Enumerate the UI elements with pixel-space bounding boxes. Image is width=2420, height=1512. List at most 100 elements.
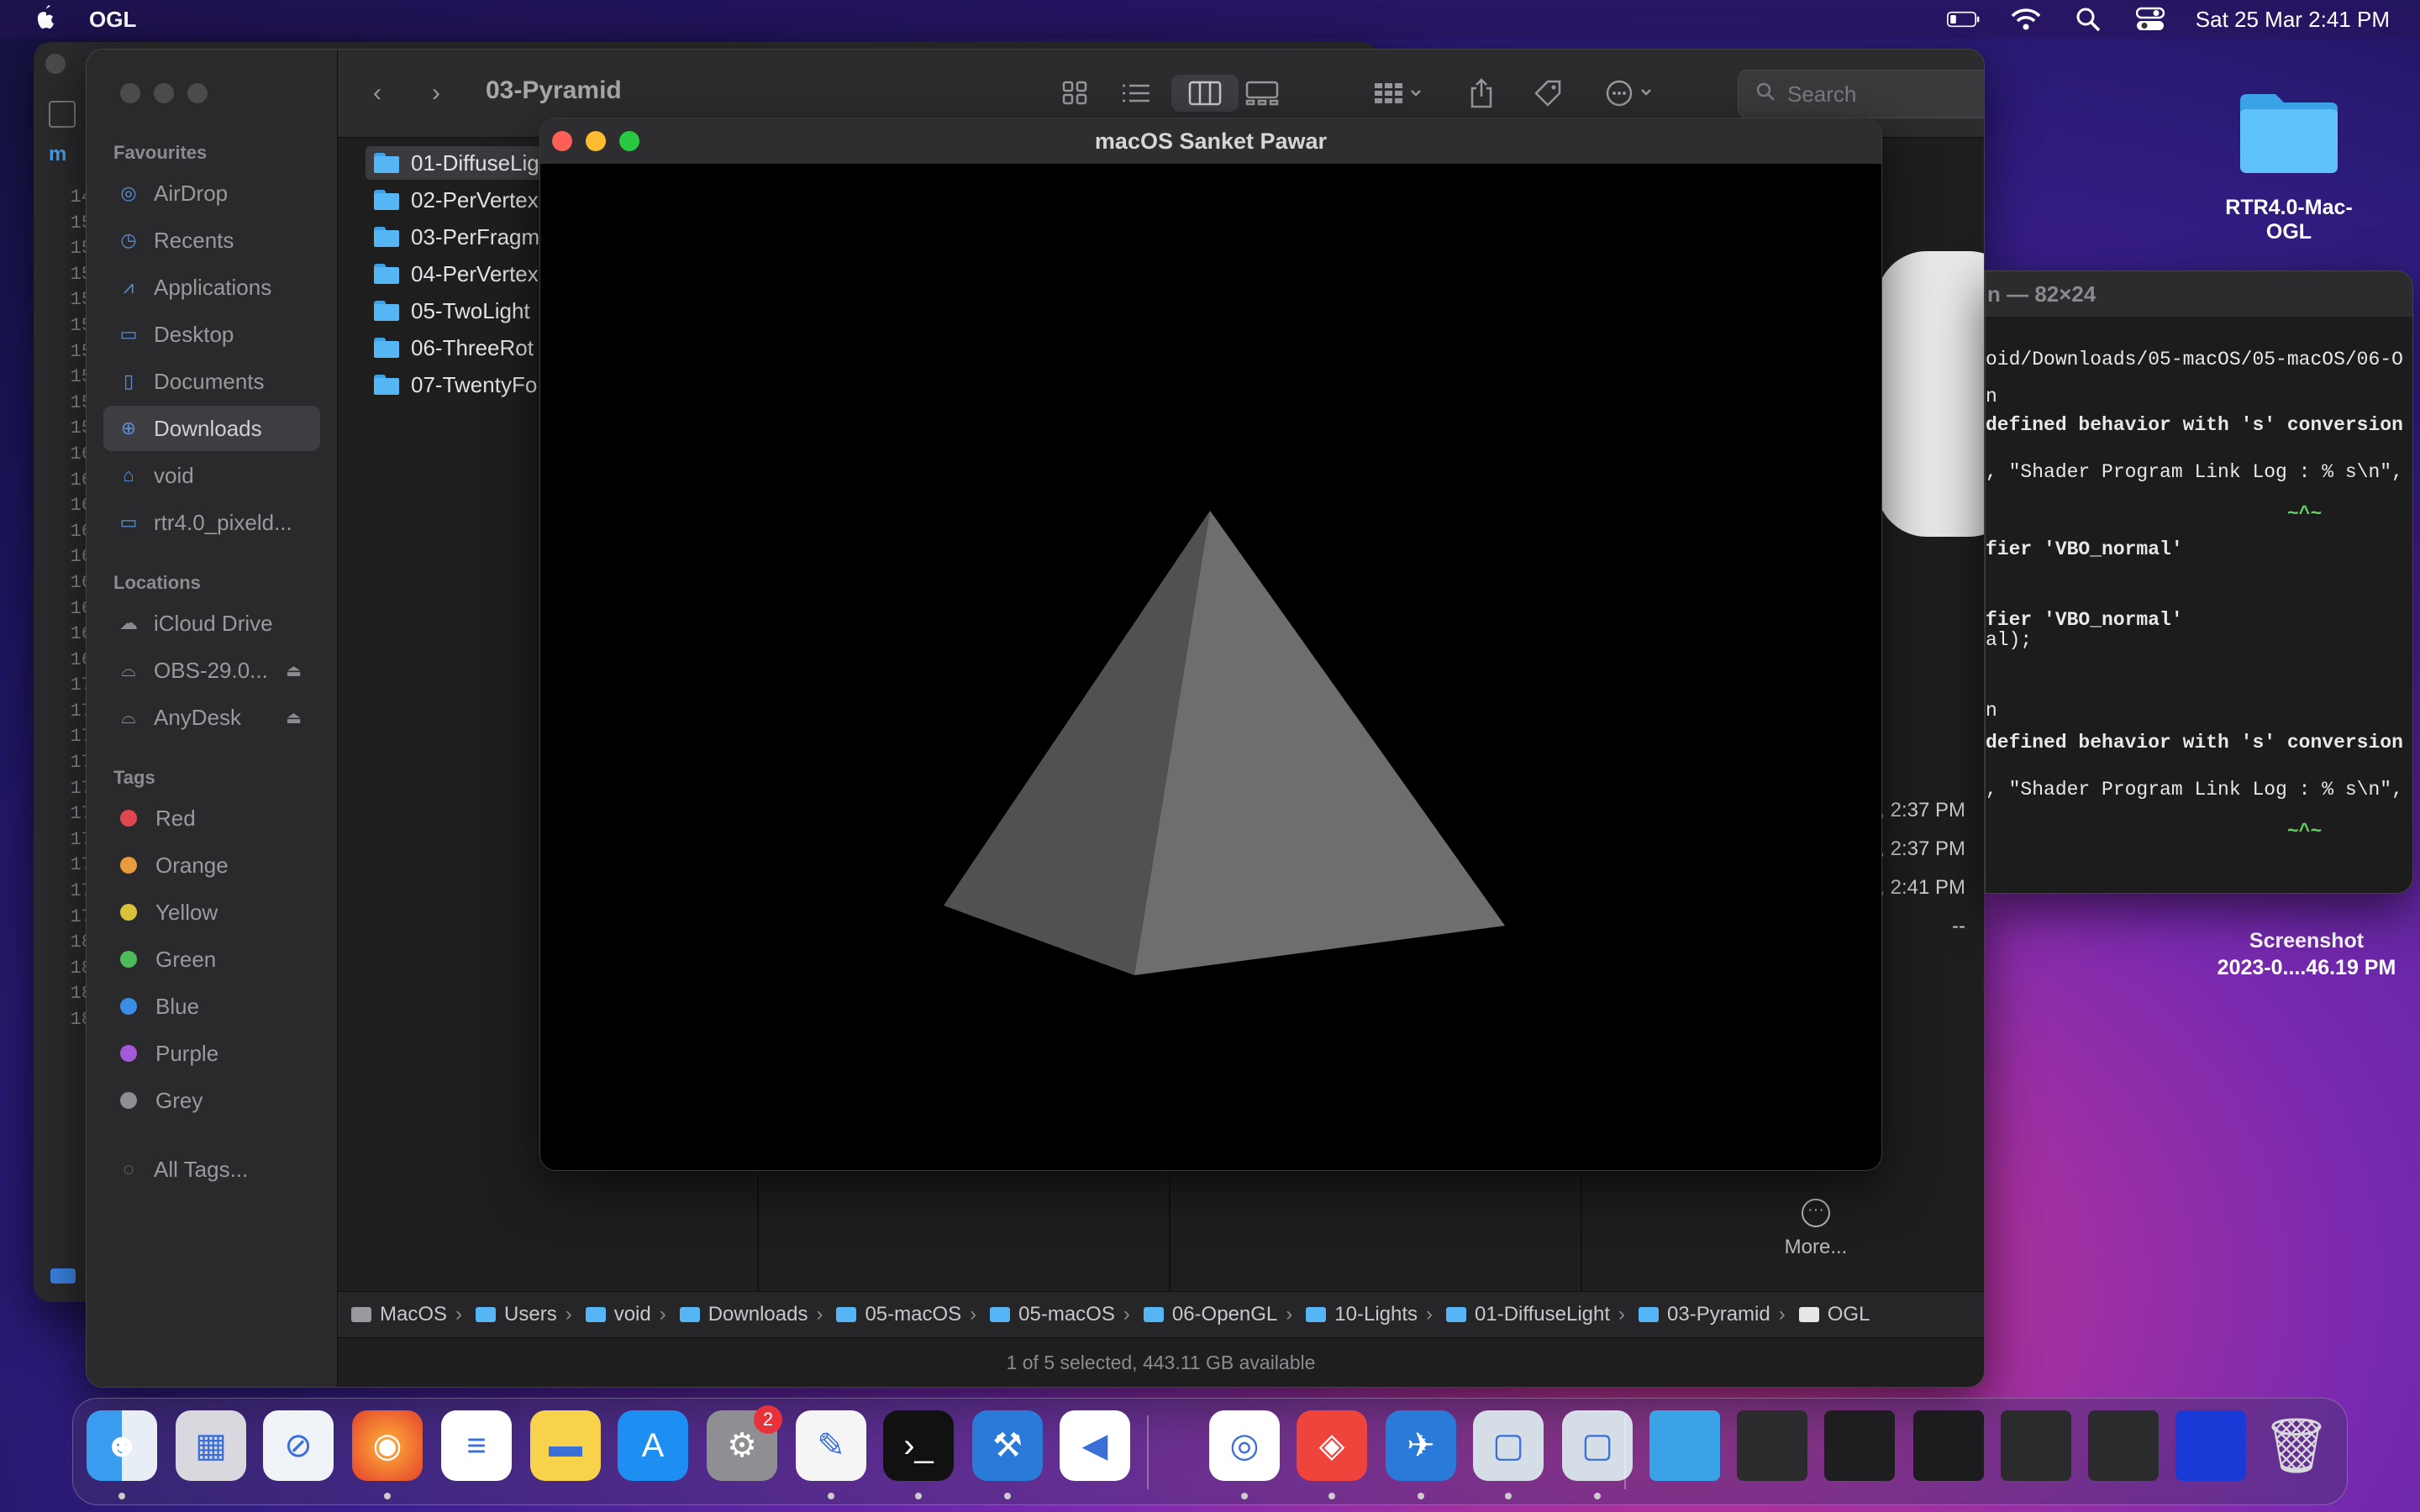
dock-textedit-icon[interactable]: ✎ [796,1410,866,1481]
more-button[interactable]: ··· More... [1749,1199,1883,1259]
sidebar-tag-grey[interactable]: Grey [103,1078,320,1123]
sidebar-item-void[interactable]: ⌂ void [103,453,320,498]
sidebar-item-documents[interactable]: ▯ Documents [103,359,320,404]
desktop-screenshot-file[interactable]: Screenshot 2023-0....46.19 PM [2193,927,2420,981]
sidebar-tag-purple[interactable]: Purple [103,1031,320,1076]
path-crumb[interactable]: MacOS › [338,1303,462,1326]
editor-close-button[interactable] [45,54,66,74]
editor-tab-icon[interactable] [49,101,76,128]
file-row[interactable]: 07-TwentyFo [366,368,542,402]
sidebar-tag-yellow[interactable]: Yellow [103,890,320,935]
dock-minimized-window[interactable] [2088,1410,2159,1481]
sidebar-item-downloads[interactable]: ⊕ Downloads [103,406,320,451]
dock-reminders-icon[interactable]: ≡ [441,1410,512,1481]
eject-icon[interactable]: ⏏ [286,660,302,681]
path-crumb[interactable]: Downloads › [666,1303,823,1326]
dock-vscode-icon[interactable]: ◀ [1060,1410,1130,1481]
list-view-icon[interactable] [1121,75,1151,112]
dock-app-store-icon[interactable]: A [618,1410,688,1481]
share-icon[interactable] [1469,75,1494,112]
battery-icon[interactable] [1946,7,1981,32]
ogl-zoom-button[interactable] [619,131,639,151]
ogl-titlebar[interactable]: macOS Sanket Pawar [540,118,1881,164]
sidebar-item-recents[interactable]: ◷ Recents [103,218,320,263]
dock-preview-1-icon[interactable]: ▢ [1473,1410,1544,1481]
dock-simulator-icon[interactable]: ✈ [1386,1410,1456,1481]
dock-minimized-window[interactable] [1737,1410,1807,1481]
control-center-icon[interactable] [2133,7,2167,32]
path-crumb[interactable]: 03-Pyramid › [1625,1303,1786,1326]
path-crumb[interactable]: OGL [1786,1303,1870,1326]
dock-chrome-icon[interactable]: ◎ [1209,1410,1280,1481]
file-row[interactable]: 01-DiffuseLig [366,146,542,180]
finder-zoom-button[interactable] [187,83,208,103]
file-row[interactable]: 04-PerVertex [366,257,542,291]
preview-thumbnail [1876,251,1984,537]
sidebar-tag-green[interactable]: Green [103,937,320,982]
dock-finder-icon[interactable]: ☻ [87,1410,157,1481]
finder-minimize-button[interactable] [154,83,174,103]
sidebar-item-icloud[interactable]: ☁ iCloud Drive [103,601,320,646]
dock-trash-icon[interactable]: 🗑 [2261,1410,2332,1481]
wifi-icon[interactable] [2009,7,2043,32]
column-divider[interactable] [1581,1175,1582,1301]
sidebar-item-rtr-folder[interactable]: ▭ rtr4.0_pixeld... [103,500,320,545]
file-row[interactable]: 05-TwoLight [366,294,542,328]
ogl-render-window[interactable]: macOS Sanket Pawar [539,118,1882,1171]
dock-notes-icon[interactable]: ▬ [530,1410,601,1481]
sidebar-item-applications[interactable]: ⩘ Applications [103,265,320,310]
apple-menu-icon[interactable] [34,5,59,34]
path-crumb[interactable]: 05-macOS › [823,1303,976,1326]
dock-minimized-window[interactable] [1824,1410,1895,1481]
file-row[interactable]: 03-PerFragm [366,220,542,254]
menubar-clock[interactable]: Sat 25 Mar 2:41 PM [2196,7,2390,33]
column-divider[interactable] [757,1175,759,1301]
column-view-icon[interactable] [1171,75,1239,112]
desktop-folder-rtr[interactable]: RTR4.0-Mac-OGL [2205,89,2373,244]
finder-close-button[interactable] [120,83,140,103]
back-chevron-icon[interactable]: ‹ [373,75,381,112]
icon-view-icon[interactable] [1060,75,1089,112]
dock-system-settings-icon[interactable]: ⚙ 2 [707,1405,782,1481]
group-by-icon[interactable] [1373,75,1423,112]
terminal-window[interactable]: n — 82×24 oid/Downloads/05-macOS/05-macO… [1985,270,2413,894]
path-crumb[interactable]: 10-Lights › [1292,1303,1433,1326]
path-crumb[interactable]: 05-macOS › [976,1303,1130,1326]
more-actions-icon[interactable] [1605,75,1659,112]
dock-preview-2-icon[interactable]: ▢ [1562,1410,1633,1481]
dock-minimized-window[interactable] [1913,1410,1984,1481]
path-crumb[interactable]: void › [572,1303,666,1326]
dock-anydesk-icon[interactable]: ◈ [1297,1410,1367,1481]
ogl-close-button[interactable] [552,131,572,151]
tag-icon[interactable] [1533,75,1563,112]
dock-downloads-stack-icon[interactable] [1649,1410,1720,1481]
sidebar-tag-blue[interactable]: Blue [103,984,320,1029]
path-crumb[interactable]: 01-DiffuseLight › [1433,1303,1625,1326]
dock-safari-icon[interactable]: ⊘ [263,1410,334,1481]
sidebar-item-desktop[interactable]: ▭ Desktop [103,312,320,357]
search-field[interactable]: Search [1738,70,1984,118]
dock-terminal-icon[interactable]: ›_ [883,1410,954,1481]
file-row[interactable]: 06-ThreeRot [366,331,542,365]
spotlight-search-icon[interactable] [2071,7,2105,32]
dock-xcode-icon[interactable]: ⚒ [972,1410,1043,1481]
sidebar-item-all-tags[interactable]: ◌ All Tags... [103,1147,320,1192]
path-crumb[interactable]: Users › [462,1303,572,1326]
gallery-view-icon[interactable] [1245,75,1279,112]
dock-firefox-icon[interactable]: ◉ [352,1410,423,1481]
path-crumb[interactable]: 06-OpenGL › [1130,1303,1292,1326]
dock-launchpad-icon[interactable]: ▦ [176,1410,246,1481]
file-row[interactable]: 02-PerVertex [366,183,542,217]
dock-minimized-window[interactable] [2001,1410,2071,1481]
sidebar-item-obs[interactable]: ⌓ OBS-29.0... ⏏ [103,648,320,693]
eject-icon[interactable]: ⏏ [286,707,302,728]
column-divider[interactable] [1169,1175,1171,1301]
sidebar-item-anydesk[interactable]: ⌓ AnyDesk ⏏ [103,695,320,740]
dock-minimized-window[interactable] [2175,1410,2246,1481]
sidebar-tag-red[interactable]: Red [103,795,320,841]
sidebar-tag-orange[interactable]: Orange [103,843,320,888]
sidebar-item-airdrop[interactable]: ◎ AirDrop [103,171,320,216]
ogl-minimize-button[interactable] [586,131,606,151]
app-name[interactable]: OGL [89,7,136,33]
forward-chevron-icon[interactable]: › [432,75,440,112]
